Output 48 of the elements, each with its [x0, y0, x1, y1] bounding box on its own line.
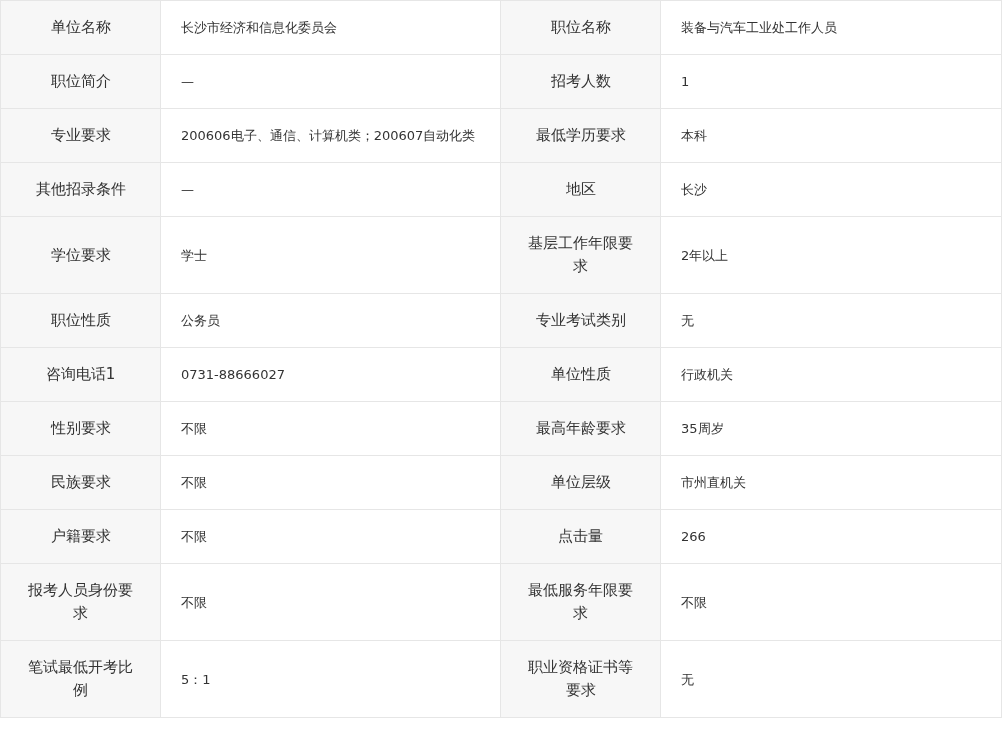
field-value: 35周岁 — [660, 401, 1002, 456]
field-value: 2年以上 — [660, 216, 1002, 294]
field-label: 单位性质 — [500, 347, 661, 402]
field-label: 职位名称 — [500, 0, 661, 55]
field-label: 专业要求 — [0, 108, 161, 163]
field-value: 5：1 — [160, 640, 501, 718]
field-label: 笔试最低开考比例 — [0, 640, 161, 718]
field-value: 不限 — [660, 563, 1002, 641]
field-label: 性别要求 — [0, 401, 161, 456]
field-label: 民族要求 — [0, 455, 161, 510]
field-value: 266 — [660, 509, 1002, 564]
field-value: 不限 — [160, 455, 501, 510]
field-label: 招考人数 — [500, 54, 661, 109]
field-label: 学位要求 — [0, 216, 161, 294]
field-value: 200606电子、通信、计算机类；200607自动化类 — [160, 108, 501, 163]
field-label: 咨询电话1 — [0, 347, 161, 402]
field-value: 公务员 — [160, 293, 501, 348]
field-label: 户籍要求 — [0, 509, 161, 564]
field-label: 职业资格证书等要求 — [500, 640, 661, 718]
field-label: 最低学历要求 — [500, 108, 661, 163]
field-label: 最低服务年限要求 — [500, 563, 661, 641]
field-label: 基层工作年限要求 — [500, 216, 661, 294]
field-value: 1 — [660, 54, 1002, 109]
field-value: 长沙 — [660, 162, 1002, 217]
field-label: 点击量 — [500, 509, 661, 564]
field-value: 市州直机关 — [660, 455, 1002, 510]
field-label: 职位简介 — [0, 54, 161, 109]
field-label: 专业考试类别 — [500, 293, 661, 348]
field-value: 本科 — [660, 108, 1002, 163]
field-value: 行政机关 — [660, 347, 1002, 402]
field-label: 单位名称 — [0, 0, 161, 55]
field-value: — — [160, 54, 501, 109]
field-value: 0731-88666027 — [160, 347, 501, 402]
field-label: 最高年龄要求 — [500, 401, 661, 456]
field-value: 装备与汽车工业处工作人员 — [660, 0, 1002, 55]
field-value: 学士 — [160, 216, 501, 294]
field-label: 地区 — [500, 162, 661, 217]
field-value: 不限 — [160, 509, 501, 564]
field-value: 长沙市经济和信息化委员会 — [160, 0, 501, 55]
field-label: 其他招录条件 — [0, 162, 161, 217]
field-value: 不限 — [160, 401, 501, 456]
field-value: 无 — [660, 293, 1002, 348]
field-label: 职位性质 — [0, 293, 161, 348]
field-value: 无 — [660, 640, 1002, 718]
field-value: — — [160, 162, 501, 217]
field-label: 单位层级 — [500, 455, 661, 510]
field-label: 报考人员身份要求 — [0, 563, 161, 641]
field-value: 不限 — [160, 563, 501, 641]
